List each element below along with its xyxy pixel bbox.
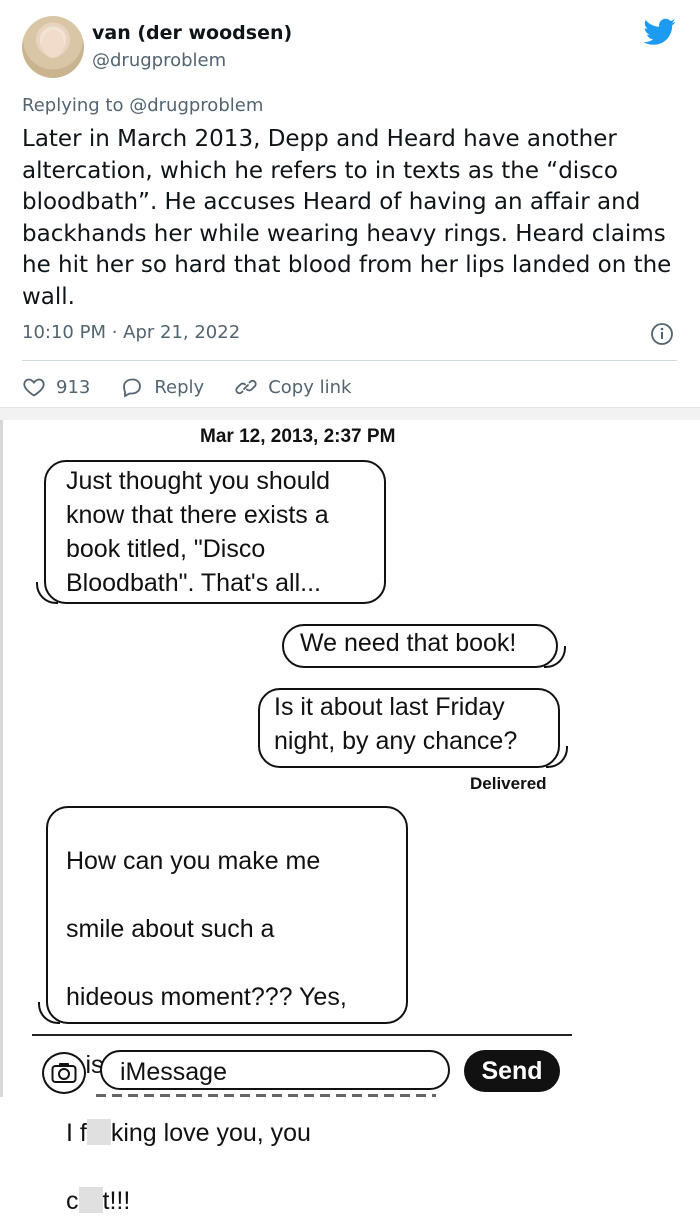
user-handle[interactable]: @drugproblem <box>92 50 226 71</box>
info-icon[interactable] <box>650 322 674 346</box>
message-bubble-sent[interactable]: We need that book! <box>282 624 566 668</box>
message-text: How can you make me smile about such a h… <box>66 810 406 1218</box>
send-button[interactable]: Send <box>464 1050 560 1092</box>
avatar[interactable] <box>22 16 84 78</box>
camera-button[interactable] <box>42 1052 86 1094</box>
message-line: smile about such a <box>66 915 275 943</box>
message-line: How can you make me <box>66 847 321 875</box>
composer-divider <box>32 1034 572 1036</box>
like-count: 913 <box>56 376 91 398</box>
tweet-actions: 913 Reply Copy link <box>22 374 381 400</box>
replying-mention[interactable]: @drugproblem <box>129 95 263 116</box>
replying-prefix: Replying to <box>22 95 124 116</box>
message-text: Just thought you should know that there … <box>66 467 331 597</box>
tweet-text: Later in March 2013, Depp and Heard have… <box>22 126 672 310</box>
message-line: c <box>66 1187 79 1215</box>
display-name[interactable]: van (der woodsen) <box>92 22 292 44</box>
message-date: Mar 12, 2013, 2:37 PM <box>200 426 396 447</box>
heart-icon <box>23 378 45 397</box>
reply-label: Reply <box>154 376 205 398</box>
message-line: t!!! <box>102 1187 131 1215</box>
scan-edge <box>0 420 3 1097</box>
link-icon <box>235 379 257 395</box>
message-line: I f <box>66 1119 87 1147</box>
delivery-status: Delivered <box>470 774 547 793</box>
speech-bubble-icon <box>123 378 142 398</box>
message-text: We need that book! <box>300 629 517 657</box>
copy-link-button[interactable]: Copy link <box>234 375 351 399</box>
twitter-bird-icon[interactable] <box>644 18 676 46</box>
replying-to: Replying to @drugproblem <box>22 95 263 116</box>
tweet-card: van (der woodsen) @drugproblem Replying … <box>0 0 700 408</box>
message-text: Is it about last Friday night, by any ch… <box>274 693 518 755</box>
message-line: king love you, you <box>110 1119 311 1147</box>
tweet-divider <box>22 360 677 361</box>
message-bubble-received[interactable]: Just thought you should know that there … <box>36 460 386 604</box>
section-separator <box>0 407 700 420</box>
censor-block <box>78 1187 103 1213</box>
like-button[interactable]: 913 <box>22 375 90 399</box>
imessage-screenshot: Mar 12, 2013, 2:37 PM Just thought you s… <box>0 420 700 1215</box>
message-bubble-sent[interactable]: Is it about last Friday night, by any ch… <box>258 688 568 768</box>
camera-icon <box>51 1063 77 1083</box>
copy-link-label: Copy link <box>268 376 352 398</box>
imessage-input[interactable]: iMessage <box>100 1050 450 1090</box>
tweet-timestamp[interactable]: 10:10 PM · Apr 21, 2022 <box>22 322 240 343</box>
censor-block <box>86 1119 111 1145</box>
message-line: hideous moment??? Yes, <box>66 983 347 1011</box>
message-bubble-received[interactable]: How can you make me smile about such a h… <box>38 806 408 1215</box>
avatar-face <box>42 30 64 58</box>
reply-button[interactable]: Reply <box>120 375 204 399</box>
